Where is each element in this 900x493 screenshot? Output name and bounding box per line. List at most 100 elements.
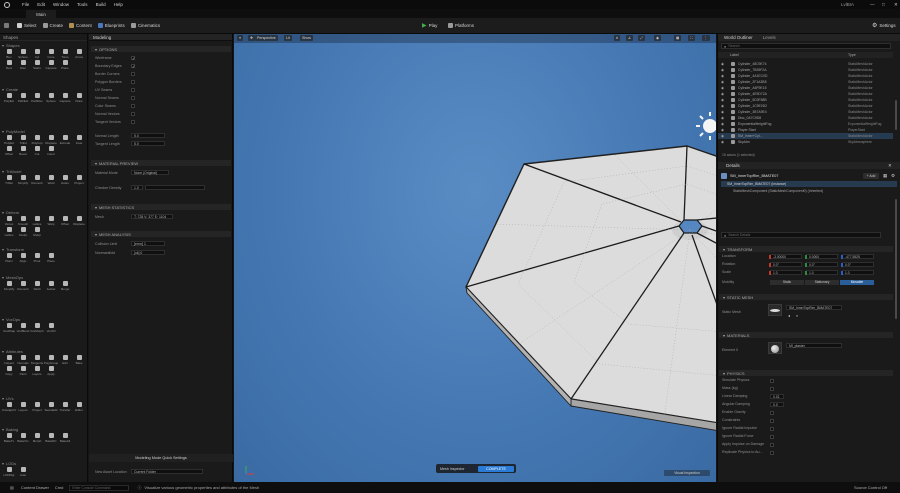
tool-button[interactable]: Capsule [44, 59, 58, 70]
option-checkbox[interactable] [131, 119, 135, 124]
checker-density-input[interactable]: 1.0 [131, 185, 143, 190]
mesh-analysis-section-header[interactable]: MESH ANALYSIS [91, 231, 231, 237]
tab-main[interactable]: Main [26, 10, 56, 18]
checker-density-slider[interactable] [145, 185, 205, 190]
mesh-statistics-section-header[interactable]: MESH STATISTICS [91, 204, 231, 210]
static-mesh-section-header[interactable]: STATIC MESH [719, 294, 893, 300]
tool-button[interactable]: BakeTx [2, 432, 16, 443]
tool-button[interactable]: PathExt [16, 92, 30, 103]
static-mesh-picker[interactable]: SM_InnerTopRim_BMATE07 [786, 305, 842, 310]
visibility-eye-icon[interactable]: ◉ [721, 98, 724, 102]
col-type-header[interactable]: Type [848, 53, 856, 57]
tool-button[interactable]: Pivot [30, 252, 44, 263]
visibility-eye-icon[interactable]: ◉ [721, 134, 724, 138]
material-picker[interactable]: MI_plaster [786, 343, 842, 348]
tool-button[interactable]: VoxBlend [16, 322, 30, 333]
tool-button[interactable]: Bake [72, 354, 86, 365]
material-preview-section-header[interactable]: MATERIAL PREVIEW [91, 160, 231, 166]
outliner-row[interactable]: ◉ ExponentialHeightFog ExponentialHeightFo… [718, 121, 893, 127]
outliner-row[interactable]: ◉ Cylinder_A5F9E15 StaticMeshActor [718, 85, 893, 91]
platforms-button[interactable]: Platforms [448, 23, 474, 28]
tool-button[interactable]: Offset [58, 215, 72, 226]
tool-button[interactable]: Arrow [72, 48, 86, 59]
physics-section-header[interactable]: PHYSICS [719, 370, 893, 376]
visibility-eye-icon[interactable]: ◉ [721, 74, 724, 78]
rotation-z-input[interactable]: 0.0° [841, 262, 874, 267]
tool-button[interactable]: BakeRC [44, 432, 58, 443]
tool-button[interactable]: Project [72, 174, 86, 185]
option-checkbox[interactable] [131, 103, 135, 108]
tool-button[interactable]: Simplify [16, 174, 30, 185]
tool-button[interactable]: Normals [16, 354, 30, 365]
scale-z-input[interactable]: 1.0 [841, 270, 874, 275]
tool-button[interactable]: Stairs [30, 59, 44, 70]
outliner-row[interactable]: ◉ Cylinder_7B39F2A StaticMeshActor [718, 67, 893, 73]
outliner-row[interactable]: ◉ Cylinder_2F1A3B8 StaticMeshActor [718, 79, 893, 85]
physics-checkbox[interactable] [770, 442, 774, 447]
tool-button[interactable]: UnwrapUV [2, 401, 16, 412]
physics-value-input[interactable]: 0.01 [770, 394, 784, 399]
visibility-eye-icon[interactable]: ◉ [721, 62, 724, 66]
tool-button[interactable]: Offset [2, 145, 16, 156]
outliner-row[interactable]: ◉ SM_Inner+Cyl... StaticMeshActor [718, 133, 893, 139]
tool-button[interactable]: PolyExt [2, 92, 16, 103]
visibility-eye-icon[interactable]: ◉ [721, 104, 724, 108]
tool-button[interactable]: BakeAll [58, 432, 72, 443]
material-mode-select[interactable]: None (Original) [131, 170, 169, 175]
tab-details[interactable]: Details [726, 163, 740, 168]
tool-button[interactable]: Smooth [16, 215, 30, 226]
tool-button[interactable]: VoxFill [44, 322, 58, 333]
outliner-search[interactable]: ⌕ Search [721, 43, 891, 49]
tool-button[interactable]: Morph [30, 432, 44, 443]
tool-button[interactable]: TriSel [2, 174, 16, 185]
normal-length-input[interactable]: 5.0 [131, 133, 165, 138]
selected-actor-name[interactable]: SM_InnerTopRim_BMATE07 [730, 174, 778, 178]
physics-checkbox[interactable] [770, 378, 774, 383]
menu-edit[interactable]: Edit [37, 2, 45, 7]
rotation-y-input[interactable]: 0.0° [805, 262, 838, 267]
outliner-row[interactable]: ◉ Cylinder_1C9E0D2 StaticMeshActor [718, 103, 893, 109]
option-checkbox[interactable] [131, 71, 135, 76]
play-button[interactable]: ▶ Play [422, 22, 437, 29]
tool-button[interactable]: Warp [44, 215, 58, 226]
tool-button[interactable]: Insert [44, 145, 58, 156]
tool-button[interactable]: Align [16, 252, 30, 263]
options-section-header[interactable]: OPTIONS [91, 46, 231, 52]
details-layout-icon[interactable]: ▦ [883, 173, 887, 179]
tool-button[interactable]: Transfer [58, 401, 72, 412]
tool-button[interactable]: TriEd [16, 134, 30, 145]
outliner-row[interactable]: ◉ Cylinder_48C9E74 StaticMeshActor [718, 61, 893, 67]
visibility-eye-icon[interactable]: ◉ [721, 68, 724, 72]
details-scrollbar[interactable] [895, 199, 897, 319]
tool-button[interactable]: Weld [30, 280, 44, 291]
tool-button[interactable]: Rect [2, 59, 16, 70]
unreal-logo-icon[interactable] [4, 1, 10, 8]
option-checkbox[interactable] [131, 87, 135, 92]
visibility-eye-icon[interactable]: ◉ [721, 122, 724, 126]
option-checkbox[interactable] [131, 79, 135, 84]
visibility-eye-icon[interactable]: ◉ [721, 140, 724, 144]
tab-levels[interactable]: Levels [763, 35, 776, 40]
physics-checkbox[interactable] [770, 426, 774, 431]
tool-button[interactable]: Sharp [30, 226, 44, 237]
settings-button[interactable]: ⚙ Settings [872, 22, 896, 29]
outliner-row[interactable]: ◉ Disc_0A7C9D8 StaticMeshActor [718, 115, 893, 121]
tool-button[interactable]: PathRev [30, 92, 44, 103]
tool-button[interactable]: Place [44, 252, 58, 263]
physics-checkbox[interactable] [770, 434, 774, 439]
mobility-static[interactable]: Static [770, 280, 804, 285]
menu-build[interactable]: Build [96, 2, 106, 7]
menu-window[interactable]: Window [53, 2, 69, 7]
save-button[interactable] [4, 23, 11, 28]
close-details-icon[interactable]: ✕ [888, 163, 892, 169]
outliner-row[interactable]: ◉ Player Start PlayerStart [718, 127, 893, 133]
tool-button[interactable]: Torus [58, 48, 72, 59]
location-x-input[interactable]: -3.00000 [769, 254, 802, 259]
material-thumbnail[interactable] [768, 342, 782, 354]
tool-button[interactable]: Extrude [58, 134, 72, 145]
details-settings-icon[interactable]: ⚙ [891, 173, 895, 179]
tool-button[interactable]: PolyGrp [30, 134, 44, 145]
physics-checkbox[interactable] [770, 386, 774, 391]
tab-world-outliner[interactable]: World Outliner [724, 35, 753, 40]
outliner-row[interactable]: ◉ Cylinder_5D3F88B StaticMeshActor [718, 97, 893, 103]
